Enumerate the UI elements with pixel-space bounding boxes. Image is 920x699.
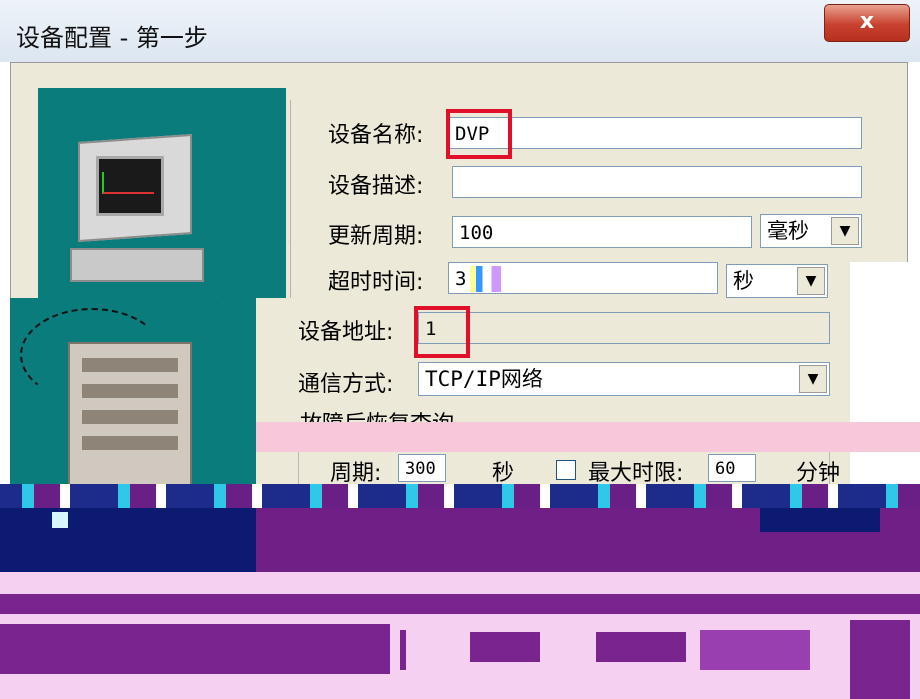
timeout-value: 3 (455, 268, 467, 290)
device-illustration (10, 298, 256, 486)
update-period-input[interactable]: 100 (452, 216, 752, 248)
timeout-unit-select[interactable]: 秒 ▼ (726, 264, 828, 298)
update-period-unit-value: 毫秒 (767, 219, 809, 243)
render-artifact-row (0, 484, 920, 508)
timeout-label: 超时时间: (328, 270, 424, 295)
period-value: 300 (405, 459, 436, 479)
address-input[interactable]: 1 (418, 312, 830, 344)
server-icon (68, 342, 192, 486)
render-artifact-block (52, 512, 68, 528)
right-strip (850, 262, 920, 492)
monitor-icon (70, 134, 204, 282)
comm-method-value: TCP/IP网络 (425, 367, 543, 391)
max-limit-input[interactable]: 60 (708, 454, 756, 482)
max-limit-checkbox[interactable] (556, 460, 576, 480)
render-artifact-bar (470, 632, 540, 662)
device-name-label: 设备名称: (328, 123, 424, 148)
address-label: 设备地址: (298, 320, 394, 345)
title-bar: 设备配置 - 第一步 x (0, 0, 920, 62)
close-icon: x (859, 9, 875, 34)
update-period-label: 更新周期: (328, 224, 424, 249)
render-artifact-block (0, 508, 256, 572)
max-limit-value: 60 (715, 459, 736, 479)
period-input[interactable]: 300 (398, 454, 446, 482)
update-period-unit-select[interactable]: 毫秒 ▼ (760, 214, 862, 248)
render-artifact-block (760, 508, 880, 532)
device-desc-input[interactable] (452, 166, 862, 198)
render-artifact-block (0, 624, 390, 674)
render-artifact-band (0, 614, 920, 624)
period-label: 周期: (330, 461, 382, 486)
render-artifact-bar (700, 630, 810, 670)
comm-method-label: 通信方式: (298, 372, 394, 397)
device-desc-label: 设备描述: (328, 174, 424, 199)
max-limit-unit: 分钟 (796, 461, 841, 486)
render-artifact-bar (850, 620, 910, 699)
render-artifact-band (0, 674, 920, 699)
window-title: 设备配置 - 第一步 (16, 24, 208, 52)
render-artifact-bar (400, 630, 406, 670)
render-artifact-band (256, 422, 920, 452)
device-name-highlight (446, 109, 512, 159)
render-artifact-band (0, 594, 920, 614)
chevron-down-icon[interactable]: ▼ (831, 217, 859, 245)
chevron-down-icon[interactable]: ▼ (799, 365, 827, 393)
render-artifact-bar (596, 632, 686, 662)
close-button[interactable]: x (824, 4, 910, 42)
render-artifact-band (0, 572, 920, 594)
comm-method-select[interactable]: TCP/IP网络 ▼ (418, 362, 830, 396)
period-unit: 秒 (492, 461, 515, 486)
address-highlight (414, 306, 470, 358)
render-artifact (470, 266, 532, 292)
chevron-down-icon[interactable]: ▼ (797, 267, 825, 295)
update-period-value: 100 (459, 222, 494, 244)
timeout-unit-value: 秒 (733, 269, 754, 293)
computer-illustration (38, 88, 302, 312)
max-limit-label: 最大时限: (588, 461, 684, 486)
